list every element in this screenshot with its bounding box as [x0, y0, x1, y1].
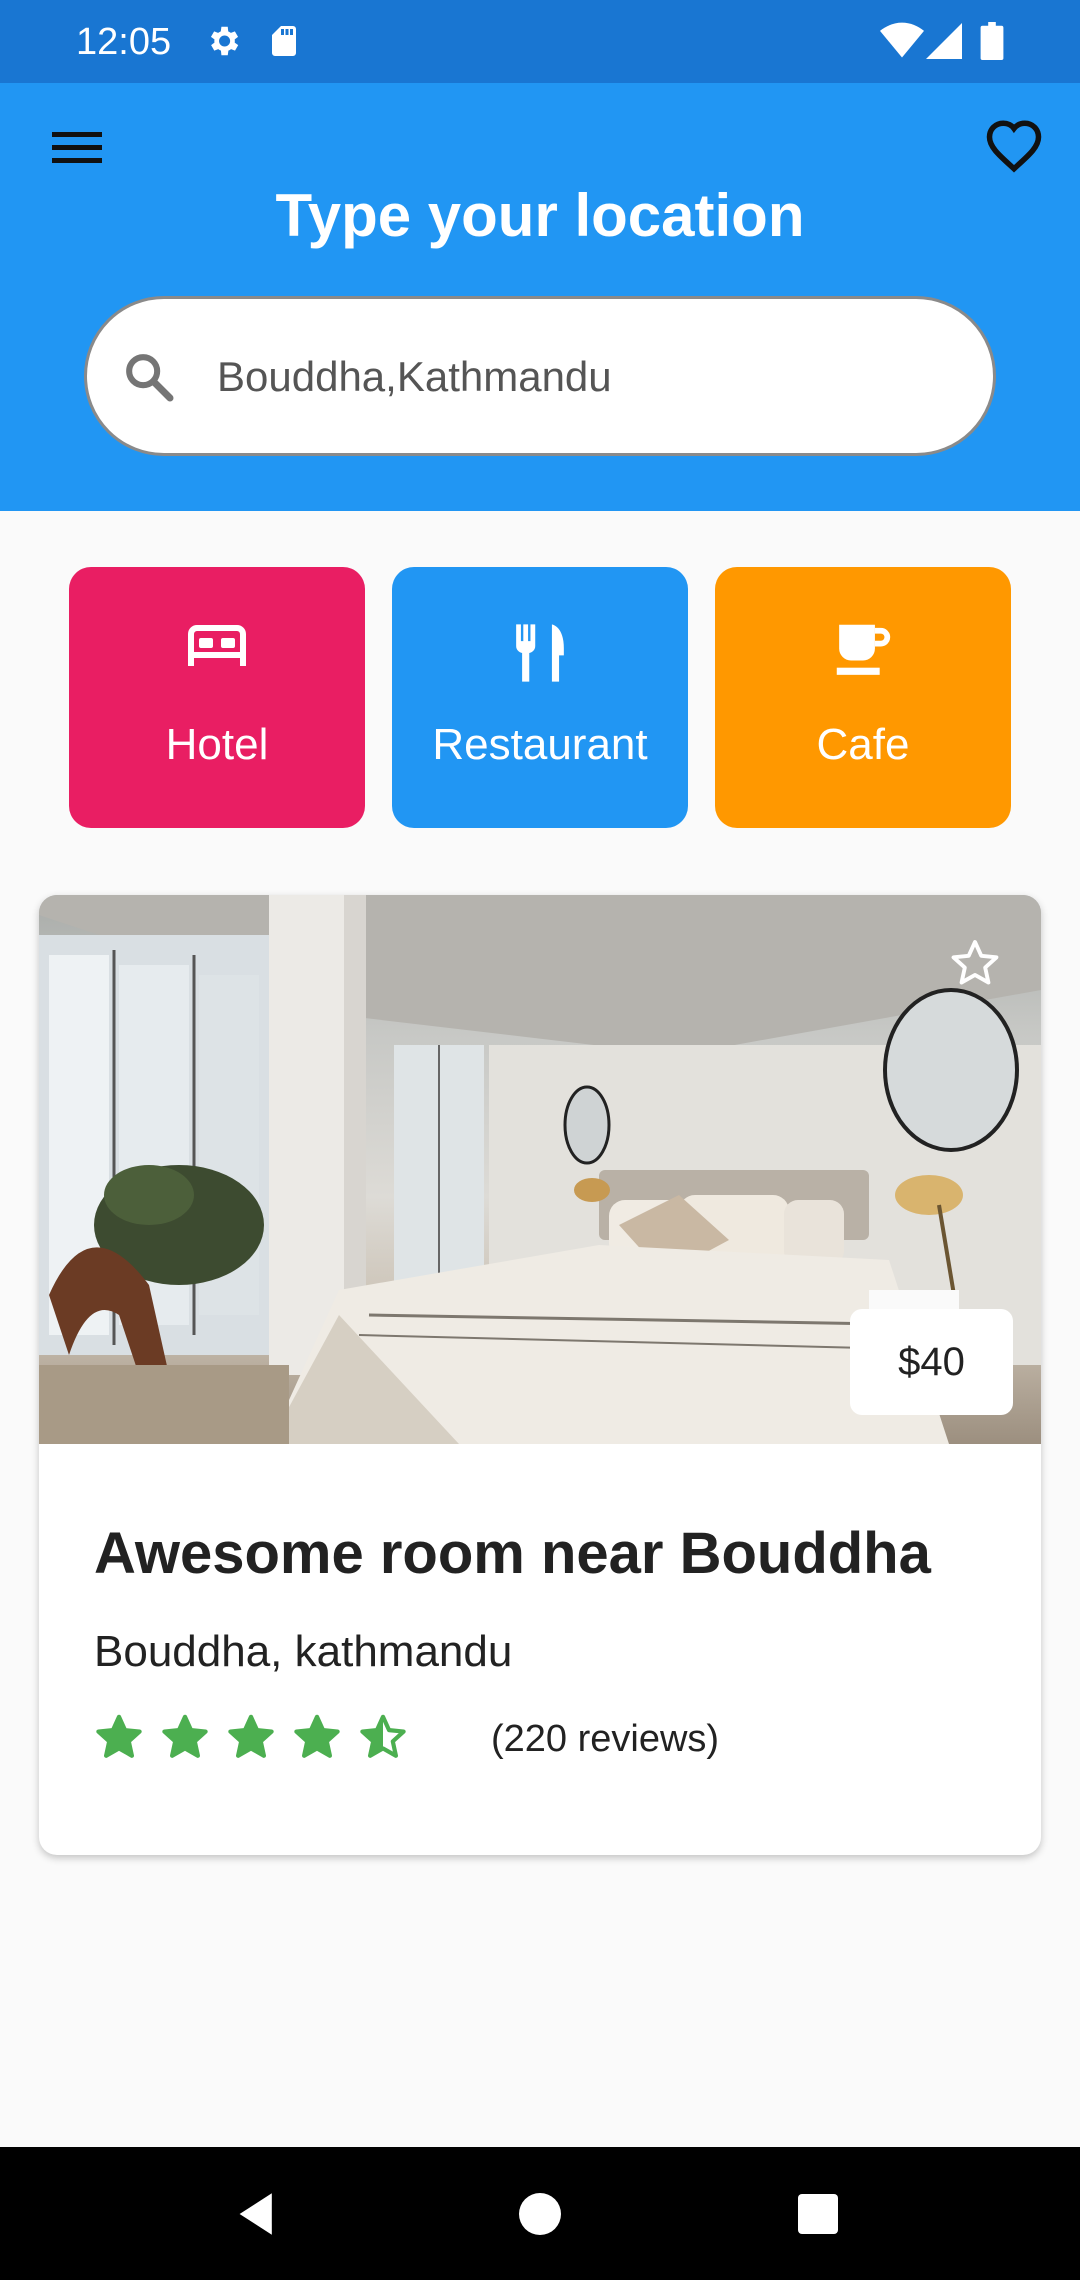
favorites-button[interactable]: [978, 109, 1050, 181]
search-icon: [121, 349, 177, 410]
star-filled-icon: [294, 1714, 340, 1758]
category-label: Cafe: [816, 720, 910, 769]
category-restaurant[interactable]: Restaurant: [392, 567, 688, 828]
category-label: Hotel: [165, 720, 269, 769]
category-hotel[interactable]: Hotel: [69, 567, 365, 828]
heart-icon: [986, 120, 1042, 173]
page-title: Type your location: [275, 182, 805, 249]
favorite-star-button[interactable]: [945, 933, 1005, 993]
star-filled-icon: [162, 1714, 208, 1758]
bed-icon: [188, 625, 246, 666]
home-button[interactable]: [507, 2181, 573, 2247]
star-outline-icon: [951, 940, 999, 985]
recents-button[interactable]: [785, 2181, 851, 2247]
signal-icon: [926, 22, 962, 65]
search-input[interactable]: [217, 337, 957, 417]
category-cafe[interactable]: Cafe: [715, 567, 1011, 828]
rating-stars: [94, 1707, 424, 1767]
coffee-cup-icon: [836, 624, 891, 675]
star-filled-icon: [228, 1714, 274, 1758]
star-half-icon: [360, 1714, 406, 1758]
back-icon: [239, 2193, 272, 2235]
listing-card[interactable]: $40 Awesome room near Bouddha Bouddha, k…: [39, 895, 1041, 1855]
status-time: 12:05: [76, 21, 172, 63]
utensils-icon: [516, 624, 564, 682]
price-badge: $40: [850, 1309, 1013, 1415]
listing-location: Bouddha, kathmandu: [94, 1627, 513, 1676]
menu-button[interactable]: [44, 115, 110, 181]
listing-title: Awesome room near Bouddha: [94, 1521, 931, 1586]
back-button[interactable]: [225, 2181, 291, 2247]
status-bar: 12:05: [0, 0, 1080, 83]
wifi-icon: [880, 22, 924, 65]
recents-icon: [798, 2194, 838, 2234]
review-count: (220 reviews): [491, 1718, 720, 1760]
star-filled-icon: [96, 1714, 142, 1758]
home-icon: [519, 2193, 561, 2235]
category-label: Restaurant: [432, 720, 648, 769]
menu-icon: [52, 132, 102, 163]
settings-icon: [204, 22, 242, 65]
system-nav-bar: [0, 2147, 1080, 2280]
room-photo: $40: [39, 895, 1041, 1444]
search-box[interactable]: [84, 296, 996, 456]
app-header: Type your location: [0, 83, 1080, 511]
sd-card-icon: [266, 22, 302, 65]
battery-icon: [980, 22, 1004, 65]
